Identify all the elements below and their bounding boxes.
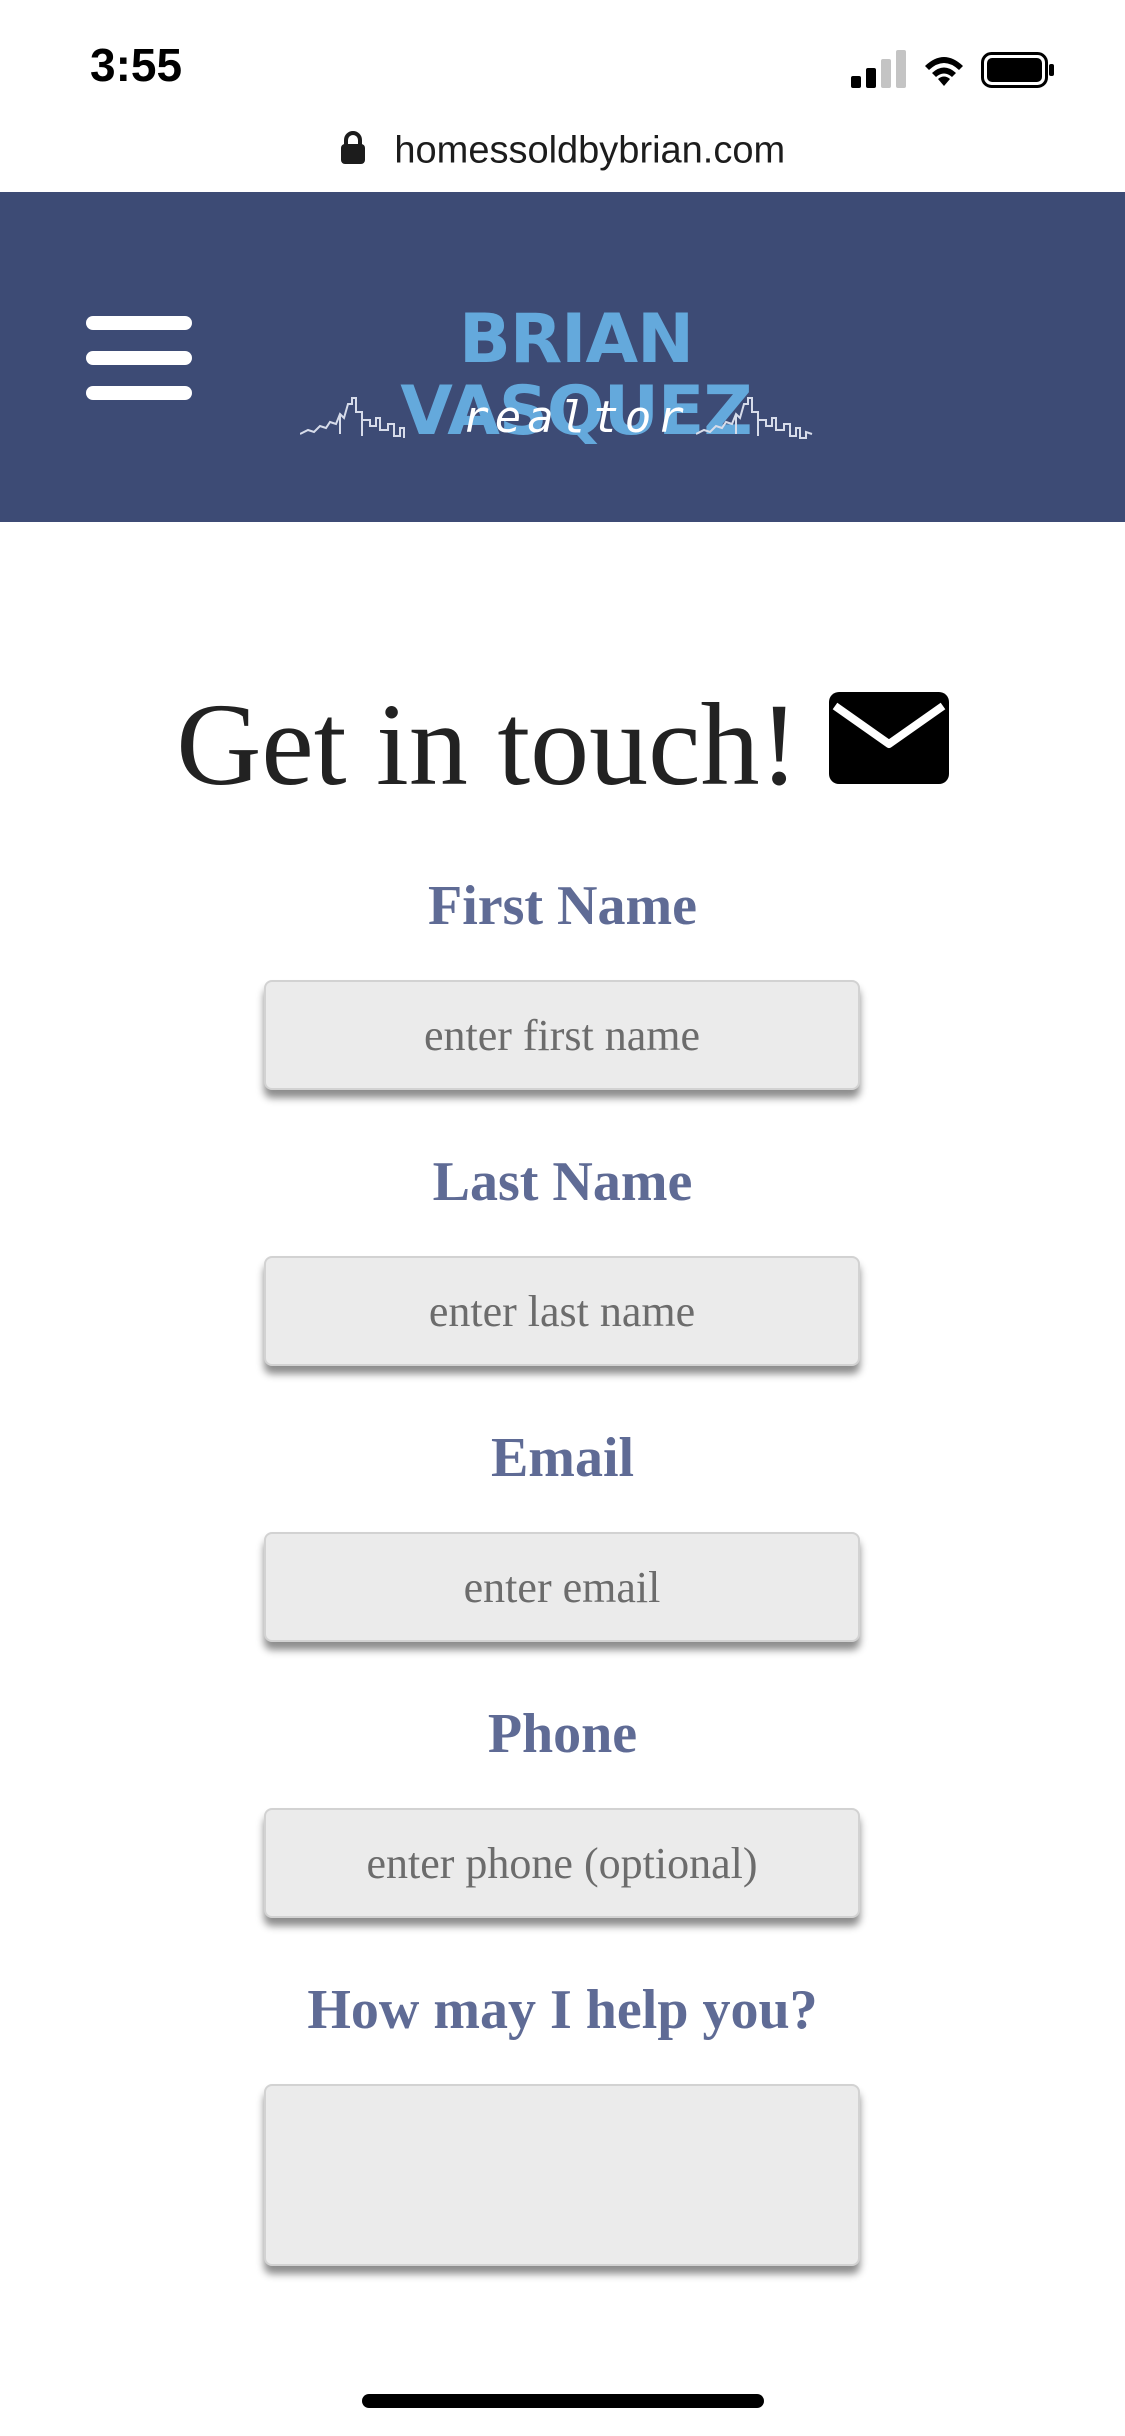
- hamburger-menu-icon-bar: [86, 386, 192, 400]
- page-title: Get in touch!: [0, 668, 1125, 810]
- battery-icon: [981, 52, 1054, 88]
- message-textarea[interactable]: [264, 2084, 860, 2266]
- hamburger-menu-icon: [86, 316, 192, 330]
- address-bar[interactable]: homessoldbybrian.com: [0, 128, 1125, 192]
- site-header: BRIAN VASQUEZ realtor: [0, 192, 1125, 522]
- url-text: homessoldbybrian.com: [394, 129, 786, 172]
- wifi-icon: [925, 57, 963, 86]
- email-input[interactable]: [264, 1532, 860, 1642]
- page-title-text: Get in touch!: [176, 678, 799, 810]
- skyline-icon: [696, 397, 813, 439]
- logo-subline: realtor: [286, 386, 866, 446]
- envelope-icon: [828, 691, 949, 784]
- hamburger-menu-button[interactable]: [86, 316, 192, 400]
- home-indicator[interactable]: [362, 2394, 764, 2408]
- last-name-input[interactable]: [264, 1256, 860, 1366]
- first-name-input[interactable]: [264, 980, 860, 1090]
- status-time: 3:55: [90, 39, 183, 91]
- site-logo[interactable]: BRIAN VASQUEZ realtor: [286, 304, 866, 454]
- lock-icon: [340, 130, 365, 164]
- status-icons: [851, 48, 1081, 92]
- phone-label: Phone: [487, 1703, 638, 1765]
- signal-icon: [851, 50, 906, 88]
- email-label: Email: [490, 1427, 635, 1489]
- status-bar: 3:55: [0, 0, 1125, 130]
- last-name-label: Last Name: [432, 1151, 693, 1213]
- phone-input[interactable]: [264, 1808, 860, 1918]
- message-label: How may I help you?: [307, 1979, 818, 2041]
- first-name-label: First Name: [427, 875, 697, 937]
- hamburger-menu-icon-bar: [86, 351, 192, 365]
